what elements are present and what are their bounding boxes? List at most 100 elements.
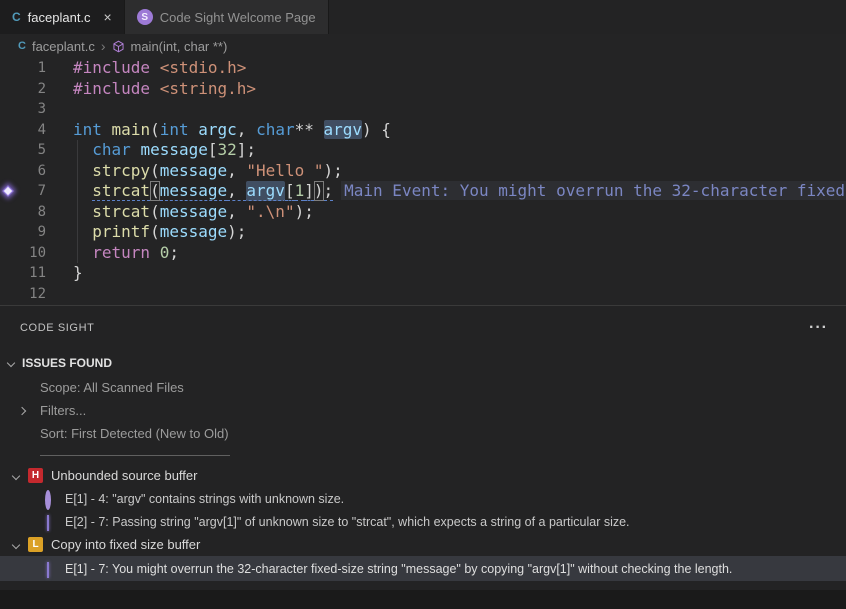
chevron-right-icon: › — [101, 38, 106, 54]
code-text: } — [73, 263, 83, 284]
code-token: <stdio.h> — [160, 58, 247, 77]
panel-header: CODE SIGHT ··· — [0, 306, 846, 350]
code-line[interactable]: 10 return 0; — [0, 243, 846, 264]
diamond-icon — [45, 563, 57, 575]
chevron-right-icon — [17, 406, 27, 416]
code-token: ); — [323, 161, 342, 180]
code-token — [73, 140, 92, 159]
diamond-icon — [45, 516, 57, 528]
more-actions-icon[interactable]: ··· — [809, 320, 828, 336]
code-token: ] — [304, 181, 314, 201]
line-number: 10 — [0, 243, 46, 264]
code-text: strcat(message, ".\n"); — [73, 202, 314, 223]
code-token: message — [160, 202, 227, 221]
code-token: return — [92, 243, 150, 262]
code-token: ; — [324, 181, 334, 201]
line-number: 3 — [0, 99, 46, 120]
code-token — [73, 161, 92, 180]
code-token: ) — [314, 181, 324, 201]
issue-group-row[interactable]: HUnbounded source buffer — [0, 464, 846, 487]
group-label: Copy into fixed size buffer — [51, 537, 200, 552]
breadcrumb-symbol[interactable]: main(int, char **) — [131, 39, 228, 54]
code-token: } — [73, 263, 83, 282]
panel-empty-area — [0, 590, 846, 609]
code-token: "Hello " — [246, 161, 323, 180]
issues-found-section[interactable]: ISSUES FOUND — [0, 350, 846, 376]
code-token — [189, 120, 199, 139]
method-symbol-icon — [112, 40, 125, 53]
close-icon[interactable]: × — [104, 10, 112, 24]
highlighted-word: argv — [246, 181, 285, 201]
line-number: 6 — [0, 161, 46, 182]
line-number: 1 — [0, 58, 46, 79]
code-token: ]; — [237, 140, 256, 159]
code-line[interactable]: 2#include <string.h> — [0, 79, 846, 100]
code-editor[interactable]: 1#include <stdio.h>2#include <string.h>3… — [0, 58, 846, 305]
line-number: 8 — [0, 202, 46, 223]
tree-meta-row-1[interactable]: Filters... — [0, 399, 846, 422]
code-line[interactable]: 7 strcat(message, argv[1]);Main Event: Y… — [0, 181, 846, 202]
tab-bar: Cfaceplant.c × SCode Sight Welcome Page — [0, 0, 846, 34]
code-line[interactable]: 9 printf(message); — [0, 222, 846, 243]
issues-tree: Scope: All Scanned Files Filters... Sort: … — [0, 376, 846, 581]
code-token: strcat — [92, 202, 150, 221]
code-token — [131, 140, 141, 159]
code-line[interactable]: 1 #include <stdio.h> — [0, 58, 846, 79]
meta-label: Scope: All Scanned Files — [40, 380, 184, 395]
code-token: ) { — [362, 120, 391, 139]
diamond-icon — [47, 515, 49, 531]
code-token: message — [160, 161, 227, 180]
code-line[interactable]: 8 strcat(message, ".\n"); — [0, 202, 846, 223]
tree-meta-row-0[interactable]: Scope: All Scanned Files — [0, 376, 846, 399]
code-token: , — [237, 120, 256, 139]
code-line[interactable]: 11} — [0, 263, 846, 284]
code-text: return 0; — [73, 243, 179, 264]
line-number: 2 — [0, 79, 46, 100]
c-file-icon: C — [12, 10, 21, 24]
code-text: #include <stdio.h> — [73, 58, 246, 79]
issue-text: E[2] - 7: Passing string "argv[1]" of un… — [65, 515, 630, 529]
code-token — [102, 120, 112, 139]
code-sight-panel: CODE SIGHT ··· ISSUES FOUND Scope: All S… — [0, 305, 846, 609]
inline-issue-hint: Main Event: You might overrun the 32-cha… — [341, 181, 846, 200]
code-token: [ — [208, 140, 218, 159]
code-token: [ — [285, 181, 295, 201]
code-token — [73, 202, 92, 221]
code-line[interactable]: 12 — [0, 284, 846, 305]
breadcrumb: C faceplant.c › main(int, char **) — [0, 34, 846, 58]
chevron-down-icon — [11, 471, 21, 481]
code-token: , — [227, 161, 246, 180]
code-editor-window: Cfaceplant.c × SCode Sight Welcome Page C … — [0, 0, 846, 609]
code-token: printf — [92, 222, 150, 241]
code-token: 32 — [218, 140, 237, 159]
code-token: ( — [150, 222, 160, 241]
code-text: strcat(message, argv[1]);Main Event: You… — [73, 181, 846, 202]
code-token: strcpy — [92, 161, 150, 180]
code-line[interactable]: 6 strcpy(message, "Hello "); — [0, 161, 846, 182]
c-file-icon: C — [18, 40, 26, 52]
issue-row[interactable]: E[1] - 7: You might overrun the 32-chara… — [0, 556, 846, 581]
line-number: 5 — [0, 140, 46, 161]
line-number: 4 — [0, 120, 46, 141]
meta-label: Filters... — [40, 403, 86, 418]
tree-meta-row-2[interactable]: Sort: First Detected (New to Old) — [0, 422, 846, 445]
code-line[interactable]: 5 char message[32]; — [0, 140, 846, 161]
line-number: 9 — [0, 222, 46, 243]
breadcrumb-file[interactable]: faceplant.c — [32, 39, 95, 54]
code-line[interactable]: 3 — [0, 99, 846, 120]
issue-group-row[interactable]: L Copy into fixed size buffer — [0, 533, 846, 556]
code-token: ( — [150, 181, 160, 201]
severity-badge: L — [28, 537, 43, 552]
issue-text: E[1] - 4: "argv" contains strings with u… — [65, 492, 344, 506]
tab-label: faceplant.c — [28, 10, 91, 25]
code-lines: 1#include <stdio.h>2#include <string.h>3… — [0, 58, 846, 304]
code-token: argc — [198, 120, 237, 139]
diamond-icon — [47, 562, 49, 578]
code-token — [150, 243, 160, 262]
tab-faceplant-c[interactable]: Cfaceplant.c × — [0, 0, 125, 34]
tab-code-sight-welcome-page[interactable]: SCode Sight Welcome Page — [125, 0, 329, 34]
code-token: ".\n" — [246, 202, 294, 221]
issue-row[interactable]: E[2] - 7: Passing string "argv[1]" of un… — [0, 510, 846, 533]
code-line[interactable]: 4int main(int argc, char** argv) { — [0, 120, 846, 141]
issue-row[interactable]: E[1] - 4: "argv" contains strings with u… — [0, 487, 846, 510]
